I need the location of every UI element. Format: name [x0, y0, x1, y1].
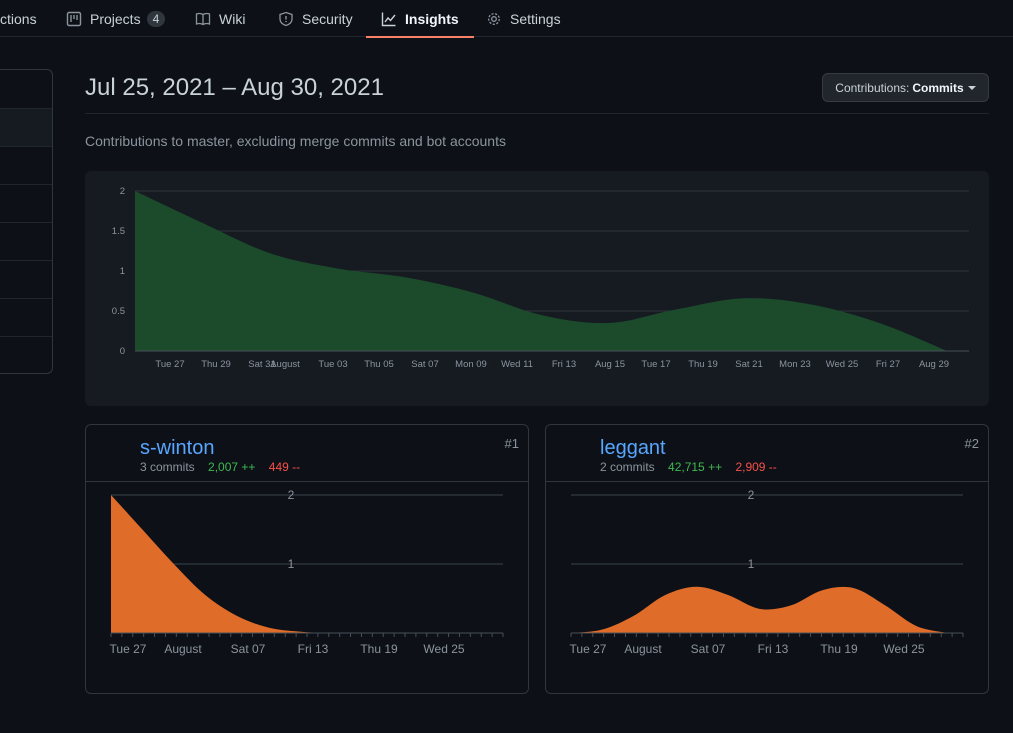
tab-insights-label: Insights: [405, 10, 459, 27]
date-range-title: Jul 25, 2021 – Aug 30, 2021: [85, 74, 384, 101]
side-menu-item[interactable]: [0, 146, 52, 184]
x-tick-label: Wed 25: [423, 642, 464, 656]
commit-count[interactable]: 3 commits: [140, 460, 195, 474]
x-tick-label: August: [270, 359, 300, 370]
y-tick-label: 0: [120, 346, 125, 357]
y-tick-label: 1: [748, 557, 755, 571]
avatar[interactable]: [95, 434, 133, 472]
side-menu-item[interactable]: [0, 70, 52, 108]
x-tick-label: Sat 21: [735, 359, 762, 370]
heading-divider: [85, 113, 989, 114]
contributor-rank: #2: [964, 436, 979, 451]
y-tick-label: 1.5: [112, 226, 125, 237]
x-tick-label: Sat 07: [411, 359, 438, 370]
contributor-header: s-winton 3 commits 2,007 ++ 449 -- #1: [86, 425, 528, 482]
contributor-name-link[interactable]: s-winton: [140, 437, 214, 460]
y-tick-label: 1: [120, 266, 125, 277]
x-tick-label: Wed 25: [826, 359, 859, 370]
y-tick-label: 2: [120, 186, 125, 197]
contributions-select-prefix: Contributions:: [835, 80, 910, 95]
tab-insights[interactable]: Insights: [366, 0, 474, 38]
side-menu-item[interactable]: [0, 222, 52, 260]
contributor-area: [571, 586, 948, 633]
contributor-stats: 2 commits 42,715 ++ 2,909 --: [600, 460, 777, 474]
tab-wiki-label: Wiki: [219, 10, 246, 27]
contributions-subtitle: Contributions to master, excluding merge…: [85, 133, 506, 149]
insights-side-menu: [0, 69, 53, 374]
x-tick-label: Wed 25: [883, 642, 924, 656]
contributions-select-value: Commits: [912, 80, 964, 95]
contributor-stats: 3 commits 2,007 ++ 449 --: [140, 460, 300, 474]
tab-security[interactable]: Security: [278, 0, 353, 37]
x-tick-label: Thu 19: [688, 359, 718, 370]
x-tick-label: Sat 07: [691, 642, 726, 656]
book-icon: [195, 11, 211, 27]
gear-icon: [486, 11, 502, 27]
x-tick-label: Tue 27: [110, 642, 147, 656]
x-tick-label: August: [164, 642, 202, 656]
y-tick-label: 2: [288, 488, 295, 502]
contributor-chart-svg: 2 1 Tue 27 August Sat 07 Fri 13 Thu 19 Wed 25: [110, 488, 504, 656]
side-menu-item[interactable]: [0, 336, 52, 373]
repo-nav: ctions Projects 4 Wiki Security Insights…: [0, 0, 1013, 38]
commit-count[interactable]: 2 commits: [600, 460, 655, 474]
additions-count: 42,715 ++: [668, 460, 723, 474]
x-tick-label: Fri 27: [876, 359, 900, 370]
x-tick-label: Tue 27: [155, 359, 184, 370]
x-tick-label: Tue 27: [570, 642, 607, 656]
x-tick-label: Aug 29: [919, 359, 949, 370]
tab-projects-label: Projects: [90, 10, 141, 27]
x-tick-label: Fri 13: [758, 642, 789, 656]
x-tick-label: Fri 13: [552, 359, 576, 370]
y-tick-label: 2: [748, 488, 755, 502]
contributor-header: leggant 2 commits 42,715 ++ 2,909 -- #2: [546, 425, 988, 482]
projects-counter: 4: [146, 10, 166, 27]
x-tick-label: Thu 19: [820, 642, 858, 656]
tab-settings-label: Settings: [510, 10, 561, 27]
contributor-chart-svg: 2 1 Tue 27 August Sat 07 Fri 13 Thu 19 Wed 25: [570, 488, 964, 656]
tab-actions[interactable]: ctions: [0, 0, 37, 37]
side-menu-item[interactable]: [0, 260, 52, 298]
x-tick-label: Thu 05: [364, 359, 394, 370]
shield-icon: [278, 11, 294, 27]
x-tick-label: Mon 23: [779, 359, 811, 370]
tab-projects[interactable]: Projects 4: [66, 0, 166, 37]
contributor-card: s-winton 3 commits 2,007 ++ 449 -- #1 2 1…: [85, 424, 529, 694]
chevron-down-icon: [967, 85, 976, 90]
project-icon: [66, 11, 82, 27]
x-tick-label: August: [624, 642, 662, 656]
deletions-count: 449 --: [268, 460, 301, 474]
tab-settings[interactable]: Settings: [486, 0, 561, 37]
x-tick-label: Wed 11: [501, 359, 533, 370]
x-tick-label: Aug 15: [595, 359, 625, 370]
x-tick-label: Sat 07: [231, 642, 266, 656]
x-tick-label: Thu 29: [201, 359, 231, 370]
tab-actions-label: ctions: [0, 10, 37, 27]
y-tick-label: 0.5: [112, 306, 125, 317]
x-tick-label: Thu 19: [360, 642, 398, 656]
additions-count: 2,007 ++: [208, 460, 256, 474]
x-tick-label: Mon 09: [455, 359, 487, 370]
side-menu-item[interactable]: [0, 184, 52, 222]
contributor-card: leggant 2 commits 42,715 ++ 2,909 -- #2 …: [545, 424, 989, 694]
contributions-select[interactable]: Contributions: Commits: [822, 73, 989, 102]
contributor-rank: #1: [504, 436, 519, 451]
contributions-chart-svg: 00.511.52Tue 27 Thu 29 Sat 31August Tue 03 T…: [112, 186, 969, 370]
contributions-chart: 0 0.5 1 1.5 2 Tue 27 Thu 29 Sat 31 August Tue 03 T…: [85, 171, 989, 406]
x-tick-label: Tue 03: [318, 359, 347, 370]
tab-wiki[interactable]: Wiki: [195, 0, 245, 37]
x-tick-label: Fri 13: [298, 642, 329, 656]
deletions-count: 2,909 --: [735, 460, 777, 474]
tab-security-label: Security: [302, 10, 353, 27]
y-tick-label: 1: [288, 557, 295, 571]
contributor-name-link[interactable]: leggant: [600, 437, 666, 460]
avatar[interactable]: [555, 434, 593, 472]
side-menu-item[interactable]: [0, 298, 52, 336]
graph-icon: [381, 11, 397, 27]
x-tick-label: Tue 17: [641, 359, 670, 370]
side-menu-item-selected[interactable]: [0, 108, 52, 146]
